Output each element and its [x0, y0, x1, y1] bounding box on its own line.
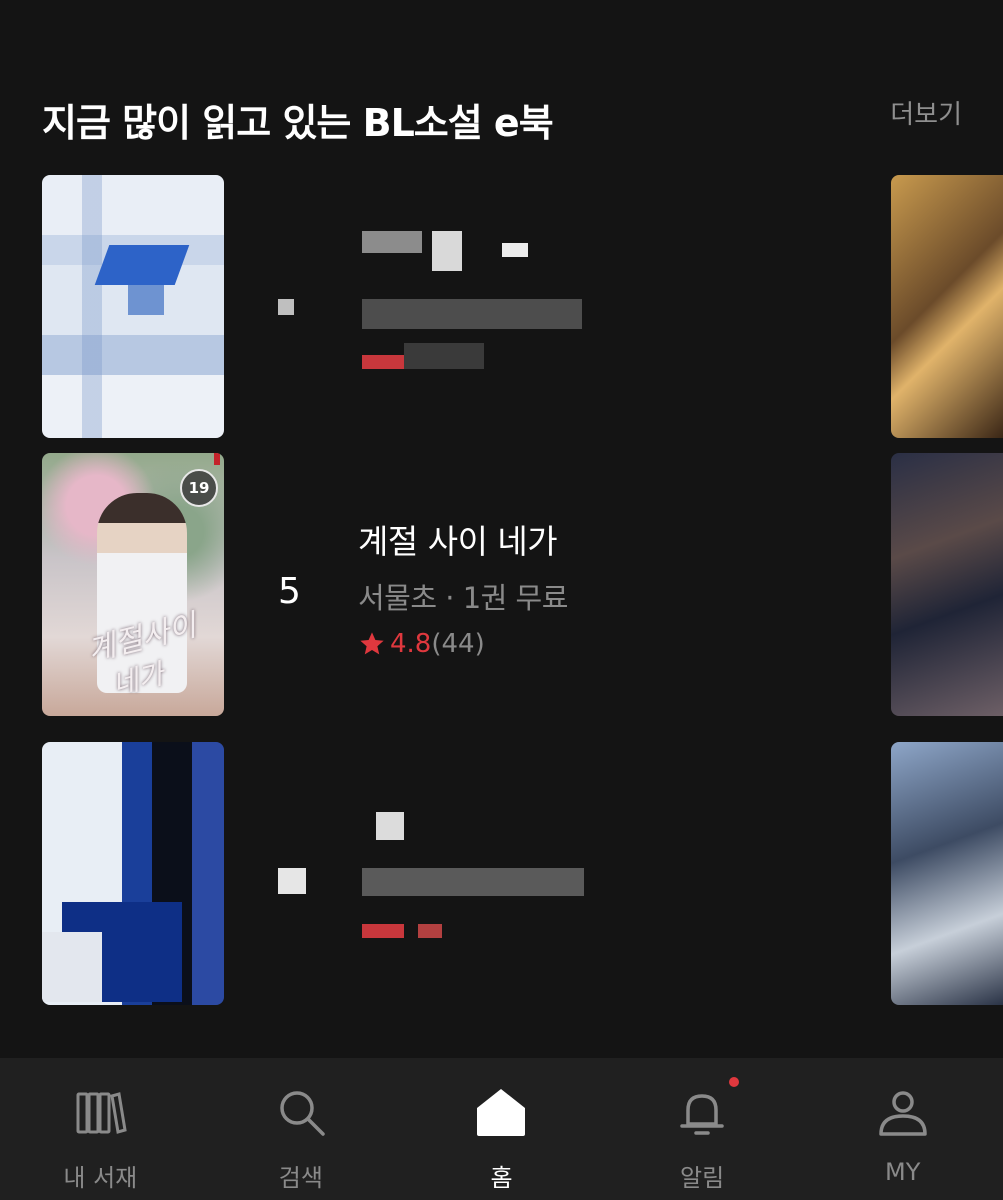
nav-library[interactable]: 내 서재: [0, 1058, 201, 1200]
nav-search[interactable]: 검색: [201, 1058, 402, 1200]
more-link[interactable]: 더보기: [890, 94, 962, 131]
title-obscured: [502, 243, 528, 257]
search-icon: [280, 1091, 325, 1136]
rank-number: 5: [278, 571, 301, 612]
nav-notifications[interactable]: 알림: [602, 1058, 803, 1200]
person-icon: [878, 1091, 927, 1136]
book-title[interactable]: 계절 사이 네가: [358, 515, 838, 563]
rank-obscured: [278, 868, 306, 894]
notification-dot: [729, 1077, 739, 1087]
book-cover[interactable]: [42, 742, 224, 1005]
rating-obscured: [362, 924, 404, 938]
nav-label: 내 서재: [63, 1164, 138, 1192]
bell-icon: [680, 1094, 724, 1135]
book-row[interactable]: [0, 742, 1003, 1007]
book-meta: 서물초 · 1권 무료: [358, 581, 568, 615]
nav-label: MY: [884, 1158, 921, 1186]
rating-obscured: [404, 343, 484, 369]
next-column-cover[interactable]: [891, 175, 1003, 438]
cover-tag: [214, 453, 220, 465]
next-column-cover[interactable]: [891, 453, 1003, 716]
nav-my[interactable]: MY: [802, 1058, 1003, 1200]
next-column-cover[interactable]: [891, 742, 1003, 1005]
nav-label: 검색: [278, 1164, 323, 1192]
meta-obscured: [362, 868, 584, 896]
nav-label: 알림: [679, 1164, 725, 1192]
rating-obscured: [362, 355, 404, 369]
nav-label: 홈: [490, 1164, 513, 1192]
book-rating: 4.8 (44): [358, 629, 838, 659]
book-row[interactable]: [0, 175, 1003, 440]
title-obscured: [432, 231, 462, 271]
section-title: 지금 많이 읽고 있는 BL소설 e북: [42, 101, 554, 145]
bottom-navigation: 내 서재 검색 홈 알림 MY: [0, 1058, 1003, 1200]
age-rating-badge: 19: [180, 469, 218, 507]
book-cover[interactable]: 계절사이 네가 19: [42, 453, 224, 716]
rating-value: 4.8: [390, 629, 432, 659]
book-row-featured[interactable]: 계절사이 네가 19 5 계절 사이 네가 서물초 · 1권 무료 4.8 (4…: [0, 453, 1003, 718]
title-obscured: [362, 231, 422, 253]
rating-count: (44): [431, 629, 485, 659]
nav-home[interactable]: 홈: [401, 1058, 602, 1200]
section-header: 지금 많이 읽고 있는 BL소설 e북 더보기: [42, 88, 962, 148]
star-icon: [360, 632, 384, 655]
rating-obscured: [418, 924, 442, 938]
book-cover[interactable]: [42, 175, 224, 438]
title-obscured: [376, 812, 404, 840]
rank-obscured: [278, 299, 294, 315]
meta-obscured: [362, 299, 582, 329]
bookshelf-icon: [76, 1092, 127, 1134]
book-info: 계절 사이 네가 서물초 · 1권 무료 4.8 (44): [358, 515, 838, 659]
home-icon: [477, 1089, 526, 1136]
